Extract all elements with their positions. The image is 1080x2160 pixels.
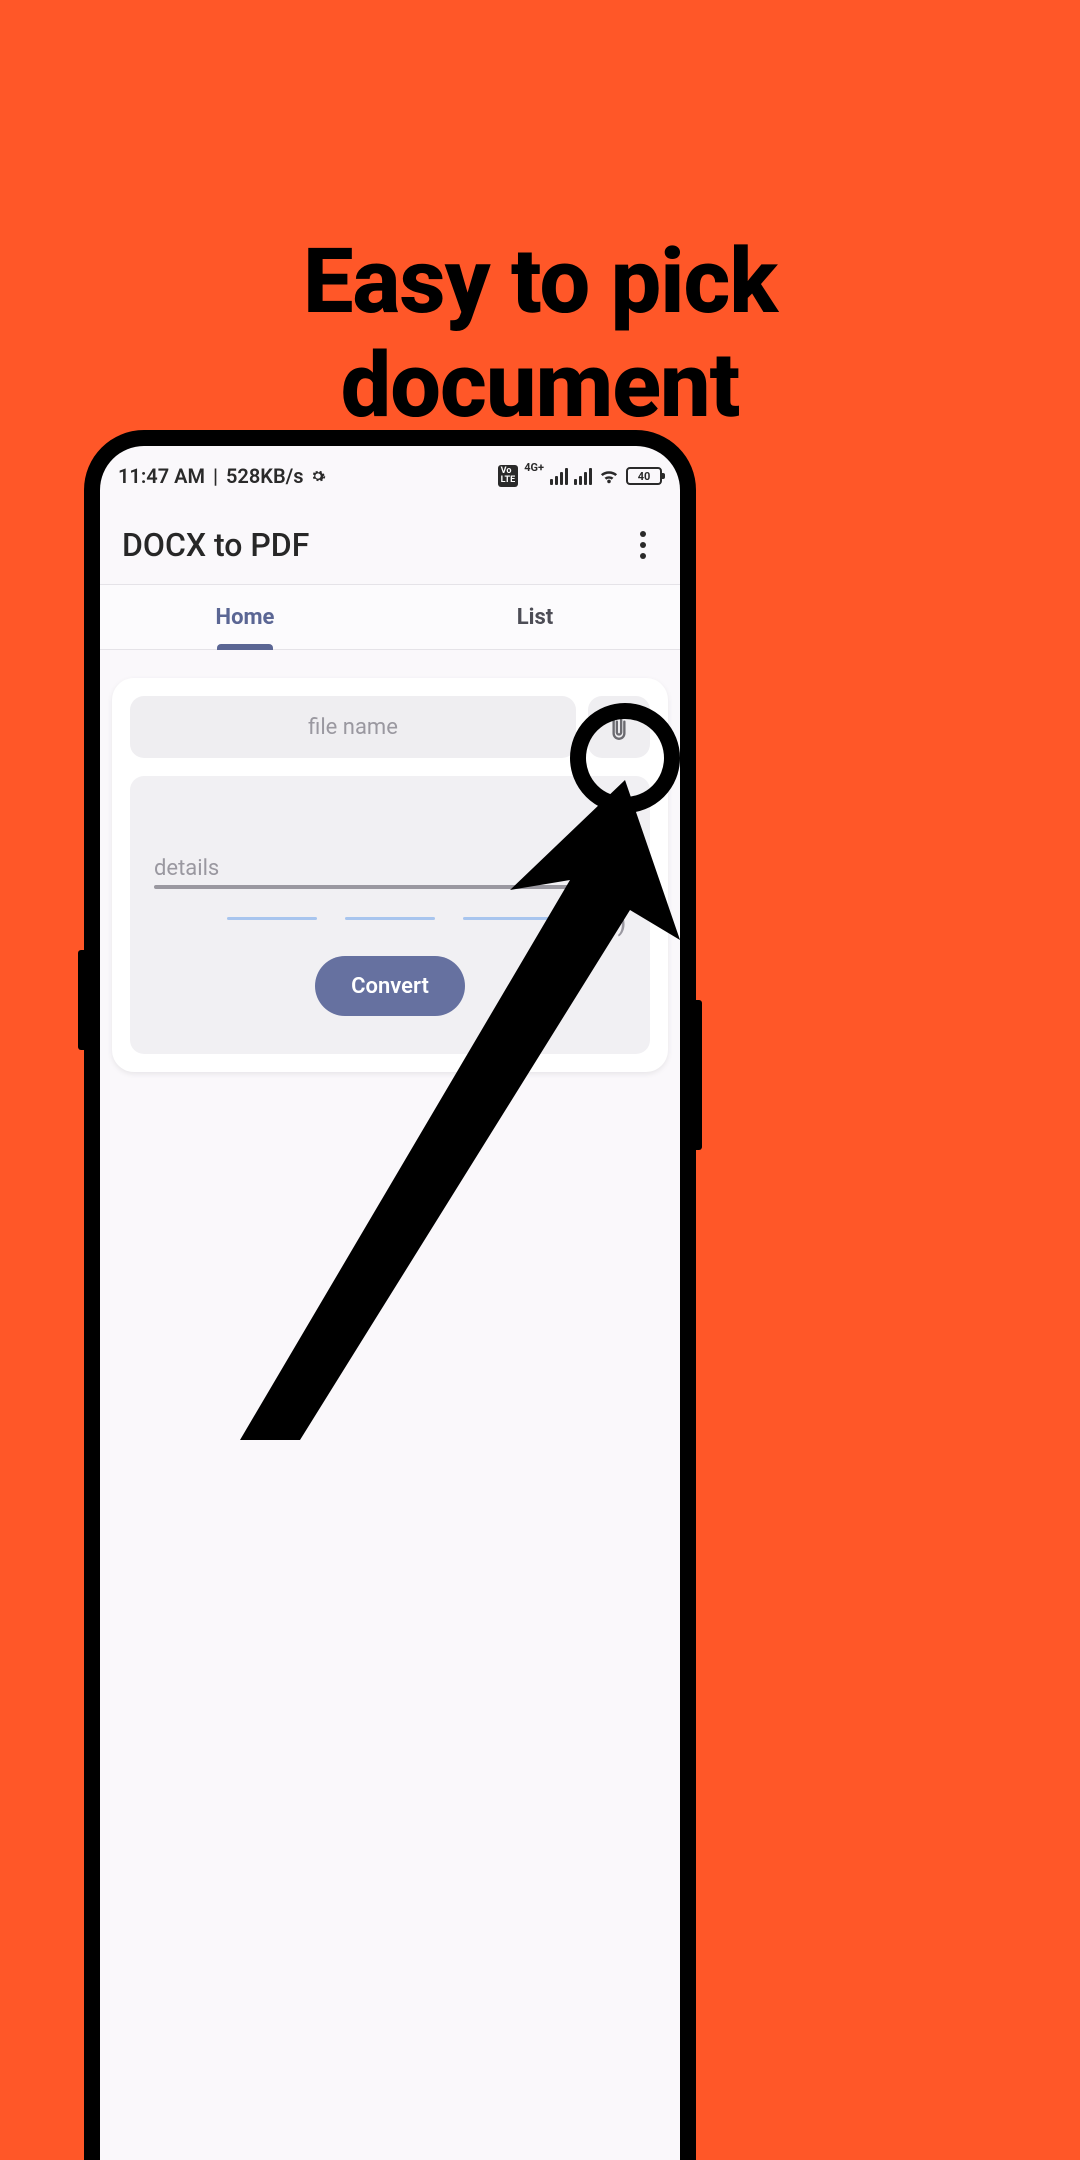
file-row: file name <box>130 696 650 758</box>
status-right: VoLTE 4G+ 40 <box>498 465 662 487</box>
volte-icon: VoLTE <box>498 465 519 487</box>
phone-screen: 11:47 AM | 528KB/s VoLTE 4G+ 40 <box>100 446 680 2160</box>
convert-button[interactable]: Convert <box>315 956 465 1016</box>
tab-home[interactable]: Home <box>100 585 390 649</box>
step-2 <box>345 917 435 920</box>
content-area: file name details (0/3) <box>100 650 680 1100</box>
gear-icon <box>310 468 326 484</box>
status-net-speed: 528KB/s <box>226 464 304 488</box>
tab-list-label: List <box>517 605 553 630</box>
details-label: details <box>154 856 626 881</box>
tab-bar: Home List <box>100 584 680 650</box>
app-bar: DOCX to PDF <box>100 506 680 584</box>
signal-icon-2 <box>574 467 592 485</box>
wifi-icon <box>598 467 620 485</box>
signal-icon <box>550 467 568 485</box>
convert-button-label: Convert <box>351 974 429 999</box>
status-left: 11:47 AM | 528KB/s <box>118 464 326 488</box>
promo-headline-line1: Easy to pick <box>303 229 777 334</box>
details-panel: details (0/3) Convert <box>130 776 650 1054</box>
steps-indicator: (0/3) <box>154 917 626 920</box>
phone-side-button-right <box>696 1000 702 1150</box>
battery-icon: 40 <box>626 467 662 485</box>
promo-headline: Easy to pick document <box>0 230 1080 437</box>
filename-input[interactable]: file name <box>130 696 576 758</box>
progress-counter: (0/3) <box>573 909 626 937</box>
phone-side-button-left <box>78 950 84 1050</box>
filename-placeholder: file name <box>308 715 398 740</box>
attach-button[interactable] <box>588 696 650 758</box>
paperclip-icon <box>606 712 632 742</box>
network-type: 4G+ <box>524 461 544 474</box>
app-title: DOCX to PDF <box>122 526 309 564</box>
overflow-menu-button[interactable] <box>628 530 658 560</box>
tab-home-label: Home <box>216 605 275 630</box>
battery-level: 40 <box>638 470 651 483</box>
details-underline <box>154 885 626 889</box>
step-3 <box>463 917 553 920</box>
tab-list[interactable]: List <box>390 585 680 649</box>
status-divider: | <box>213 464 218 488</box>
step-1 <box>227 917 317 920</box>
phone-frame: 11:47 AM | 528KB/s VoLTE 4G+ 40 <box>84 430 696 2160</box>
status-bar: 11:47 AM | 528KB/s VoLTE 4G+ 40 <box>100 446 680 506</box>
conversion-card: file name details (0/3) <box>112 678 668 1072</box>
promo-headline-line2: document <box>341 333 740 438</box>
status-time: 11:47 AM <box>118 464 205 488</box>
